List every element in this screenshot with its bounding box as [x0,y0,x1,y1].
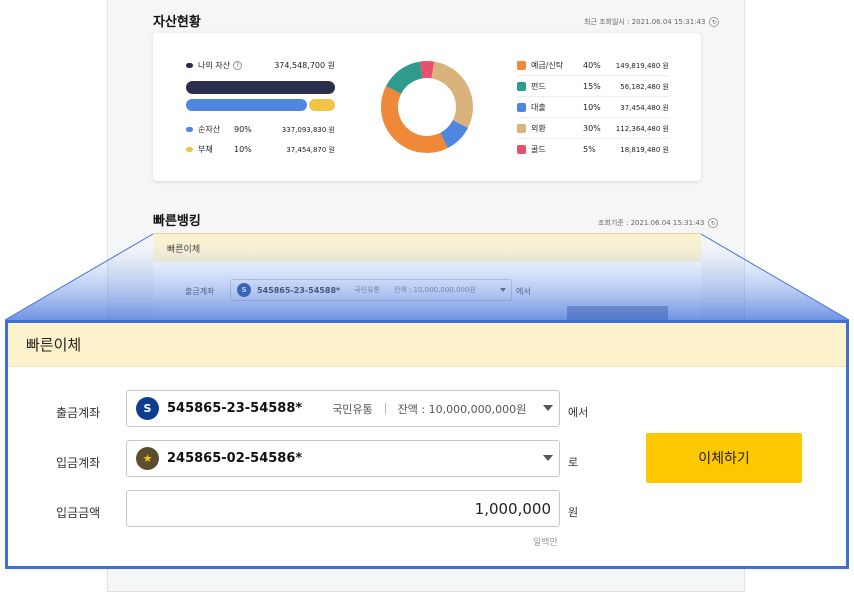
legend-label: 외환 [531,124,546,133]
debt-pct: 10% [234,145,252,154]
quick-meta: 조회기준 : 2021.06.04 15:31:43 ↻ [598,218,719,228]
net-asset-bar [186,99,307,111]
my-assets-label: 나의 자산 [198,61,230,70]
legend-value: 149,819,480 원 [615,61,669,70]
my-assets-dot [186,63,193,68]
legend-value: 18,819,480 원 [620,145,669,154]
kb-bank-icon: ★ [136,447,159,470]
debt-bar [309,99,335,111]
donut-slice [431,61,473,128]
to-account-label: 입금계좌 [56,456,101,470]
asset-donut-chart [381,61,473,153]
bg-from-account: 545865-23-54588* [257,285,341,295]
total-asset-bar [186,81,335,94]
legend-swatch [517,82,526,91]
quick-refresh-icon[interactable]: ↻ [708,218,719,228]
quick-title: 빠른뱅킹 [153,214,201,229]
asset-card: 나의 자산 ? 374,548,700 원 순자산 90% 337,093,83… [153,33,701,181]
debt-dot [186,147,193,152]
legend-label: 예금/신탁 [531,61,564,70]
net-asset-dot [186,127,193,132]
quick-transfer-zoom: 빠른이체 출금계좌 S 545865-23-54588* 국민유통 잔액 : 1… [5,320,849,569]
legend-swatch [517,61,526,70]
legend-swatch [517,145,526,154]
to-account-select[interactable]: ★ 245865-02-54586* [126,440,560,477]
net-asset-pct: 90% [234,125,252,134]
quick-panel-title: 빠른이체 [153,233,701,262]
net-asset-row: 순자산 90% 337,093,830 원 [186,124,335,135]
transfer-button[interactable]: 이체하기 [646,433,802,483]
from-suffix: 에서 [568,406,589,419]
bg-from-suffix: 에서 [516,287,531,296]
legend-pct: 5% [583,145,596,154]
chevron-down-icon [543,455,553,461]
legend-label: 골드 [531,145,546,154]
legend-item: 예금/신탁 40% 149,819,480 원 [517,60,669,71]
my-assets-value: 374,548,700 원 [274,61,335,70]
from-account-select[interactable]: S 545865-23-54588* 국민유통 잔액 : 10,000,000,… [126,390,560,427]
legend-divider [517,138,669,139]
legend-item: 골드 5% 18,819,480 원 [517,144,669,155]
from-account-balance: 잔액 : 10,000,000,000원 [397,402,527,416]
shinhan-bank-icon: S [136,397,159,420]
shinhan-bank-icon: S [237,283,251,297]
legend-divider [517,75,669,76]
chevron-down-icon [543,405,553,411]
legend-item: 대출 10% 37,454,480 원 [517,102,669,113]
from-account-nickname: 국민유통 [332,402,373,416]
legend-value: 37,454,480 원 [620,103,669,112]
debt-row: 부채 10% 37,454,870 원 [186,144,335,155]
legend-value: 56,182,480 원 [620,82,669,91]
bg-from-balance: 잔액 : 10,000,000,000원 [393,286,476,294]
amount-hint: 일백만 [533,538,558,548]
amount-label: 입금금액 [56,506,101,520]
legend-label: 펀드 [531,82,546,91]
amount-value: 1,000,000 [474,499,551,518]
legend-divider [517,117,669,118]
amount-input[interactable]: 1,000,000 [126,490,560,527]
amount-suffix: 원 [568,506,579,519]
legend-item: 외환 30% 112,364,480 원 [517,123,669,134]
bg-from-field[interactable]: S 545865-23-54588* 국민유통 잔액 : 10,000,000,… [230,279,512,301]
legend-pct: 15% [583,82,601,91]
from-account-number: 545865-23-54588* [167,401,303,416]
to-account-number: 245865-02-54586* [167,451,303,466]
quick-meta-text: 조회기준 : 2021.06.04 15:31:43 [598,219,705,227]
divider [384,403,386,414]
legend-item: 펀드 15% 56,182,480 원 [517,81,669,92]
legend-label: 대출 [531,103,546,112]
refresh-icon[interactable]: ↻ [709,17,720,27]
legend-swatch [517,124,526,133]
legend-divider [517,96,669,97]
net-asset-value: 337,093,830 원 [281,125,335,134]
legend-value: 112,364,480 원 [615,124,669,133]
legend-swatch [517,103,526,112]
debt-label: 부채 [198,145,213,154]
help-icon[interactable]: ? [232,61,242,70]
bg-from-label: 출금계좌 [185,287,215,296]
assets-meta-text: 최근 조회일시 : 2021.06.04 15:31:43 [584,18,706,26]
to-suffix: 로 [568,456,579,469]
legend-pct: 10% [583,103,601,112]
net-asset-label: 순자산 [198,125,221,134]
assets-meta: 최근 조회일시 : 2021.06.04 15:31:43 ↻ [584,17,720,27]
debt-value: 37,454,870 원 [286,145,335,154]
my-assets-row: 나의 자산 ? 374,548,700 원 [186,60,335,71]
donut-slice [381,86,448,153]
from-account-label: 출금계좌 [56,406,101,420]
legend-pct: 40% [583,61,601,70]
bg-from-nick: 국민유통 [354,286,380,294]
assets-title: 자산현황 [153,15,201,30]
legend-pct: 30% [583,124,601,133]
chevron-down-icon [500,288,506,292]
zoom-title: 빠른이체 [8,323,846,367]
